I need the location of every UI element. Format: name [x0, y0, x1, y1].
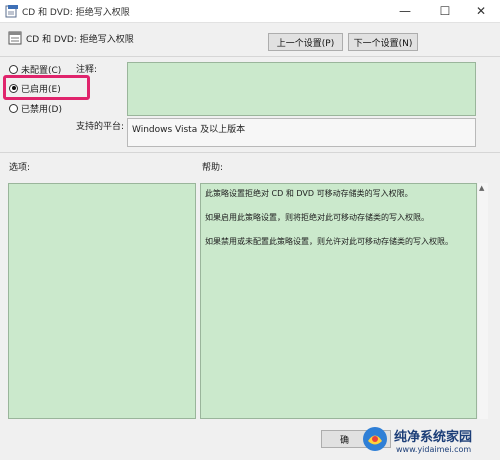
supported-on-value: Windows Vista 及以上版本	[132, 125, 246, 135]
watermark-logo-icon	[363, 427, 387, 451]
options-label: 选项:	[9, 163, 31, 173]
window-title: CD 和 DVD: 拒绝写入权限	[22, 8, 130, 18]
enabled-highlight-box	[3, 75, 90, 100]
options-pane[interactable]	[8, 183, 196, 419]
radio-label: 未配置(C)	[21, 65, 62, 76]
title-bar: CD 和 DVD: 拒绝写入权限 — ☐ ✕	[0, 0, 500, 23]
help-text-line: 如果启用此策略设置，则将拒绝对此可移动存储类的写入权限。	[205, 213, 429, 222]
maximize-button[interactable]: ☐	[426, 0, 464, 22]
help-text-line: 如果禁用或未配置此策略设置，则允许对此可移动存储类的写入权限。	[205, 237, 453, 246]
radio-circle[interactable]	[9, 103, 18, 113]
close-button[interactable]: ✕	[462, 0, 500, 22]
help-scrollbar[interactable]: ▲	[478, 183, 488, 419]
minimize-button[interactable]: —	[386, 0, 424, 22]
comment-textarea[interactable]	[127, 62, 476, 116]
setting-icon	[8, 31, 22, 45]
middle-divider	[0, 152, 500, 153]
next-setting-button[interactable]: 下一个设置(N)	[348, 33, 418, 51]
scroll-up-icon[interactable]: ▲	[479, 184, 484, 192]
comment-scrollbar[interactable]	[477, 62, 487, 116]
supported-on-field: Windows Vista 及以上版本	[127, 118, 476, 147]
help-text-line: 此策略设置拒绝对 CD 和 DVD 可移动存储类的写入权限。	[205, 189, 413, 198]
watermark-url: www.yidaimei.com	[396, 445, 472, 454]
radio-not-configured[interactable]: 未配置(C)	[9, 62, 61, 76]
help-pane: 此策略设置拒绝对 CD 和 DVD 可移动存储类的写入权限。 如果启用此策略设置…	[200, 183, 477, 419]
watermark: 纯净系统家园 www.yidaimei.com	[360, 420, 500, 460]
watermark-title: 纯净系统家园	[394, 430, 473, 445]
policy-title: CD 和 DVD: 拒绝写入权限	[26, 35, 134, 45]
previous-setting-button[interactable]: 上一个设置(P)	[268, 33, 343, 51]
radio-label: 已禁用(D)	[21, 104, 62, 115]
comment-label: 注释:	[76, 65, 98, 75]
supported-on-label: 支持的平台:	[76, 122, 125, 132]
radio-circle[interactable]	[9, 64, 18, 74]
policy-app-icon	[5, 5, 18, 18]
header-divider	[0, 56, 500, 57]
radio-disabled[interactable]: 已禁用(D)	[9, 101, 62, 115]
help-label: 帮助:	[202, 163, 224, 173]
